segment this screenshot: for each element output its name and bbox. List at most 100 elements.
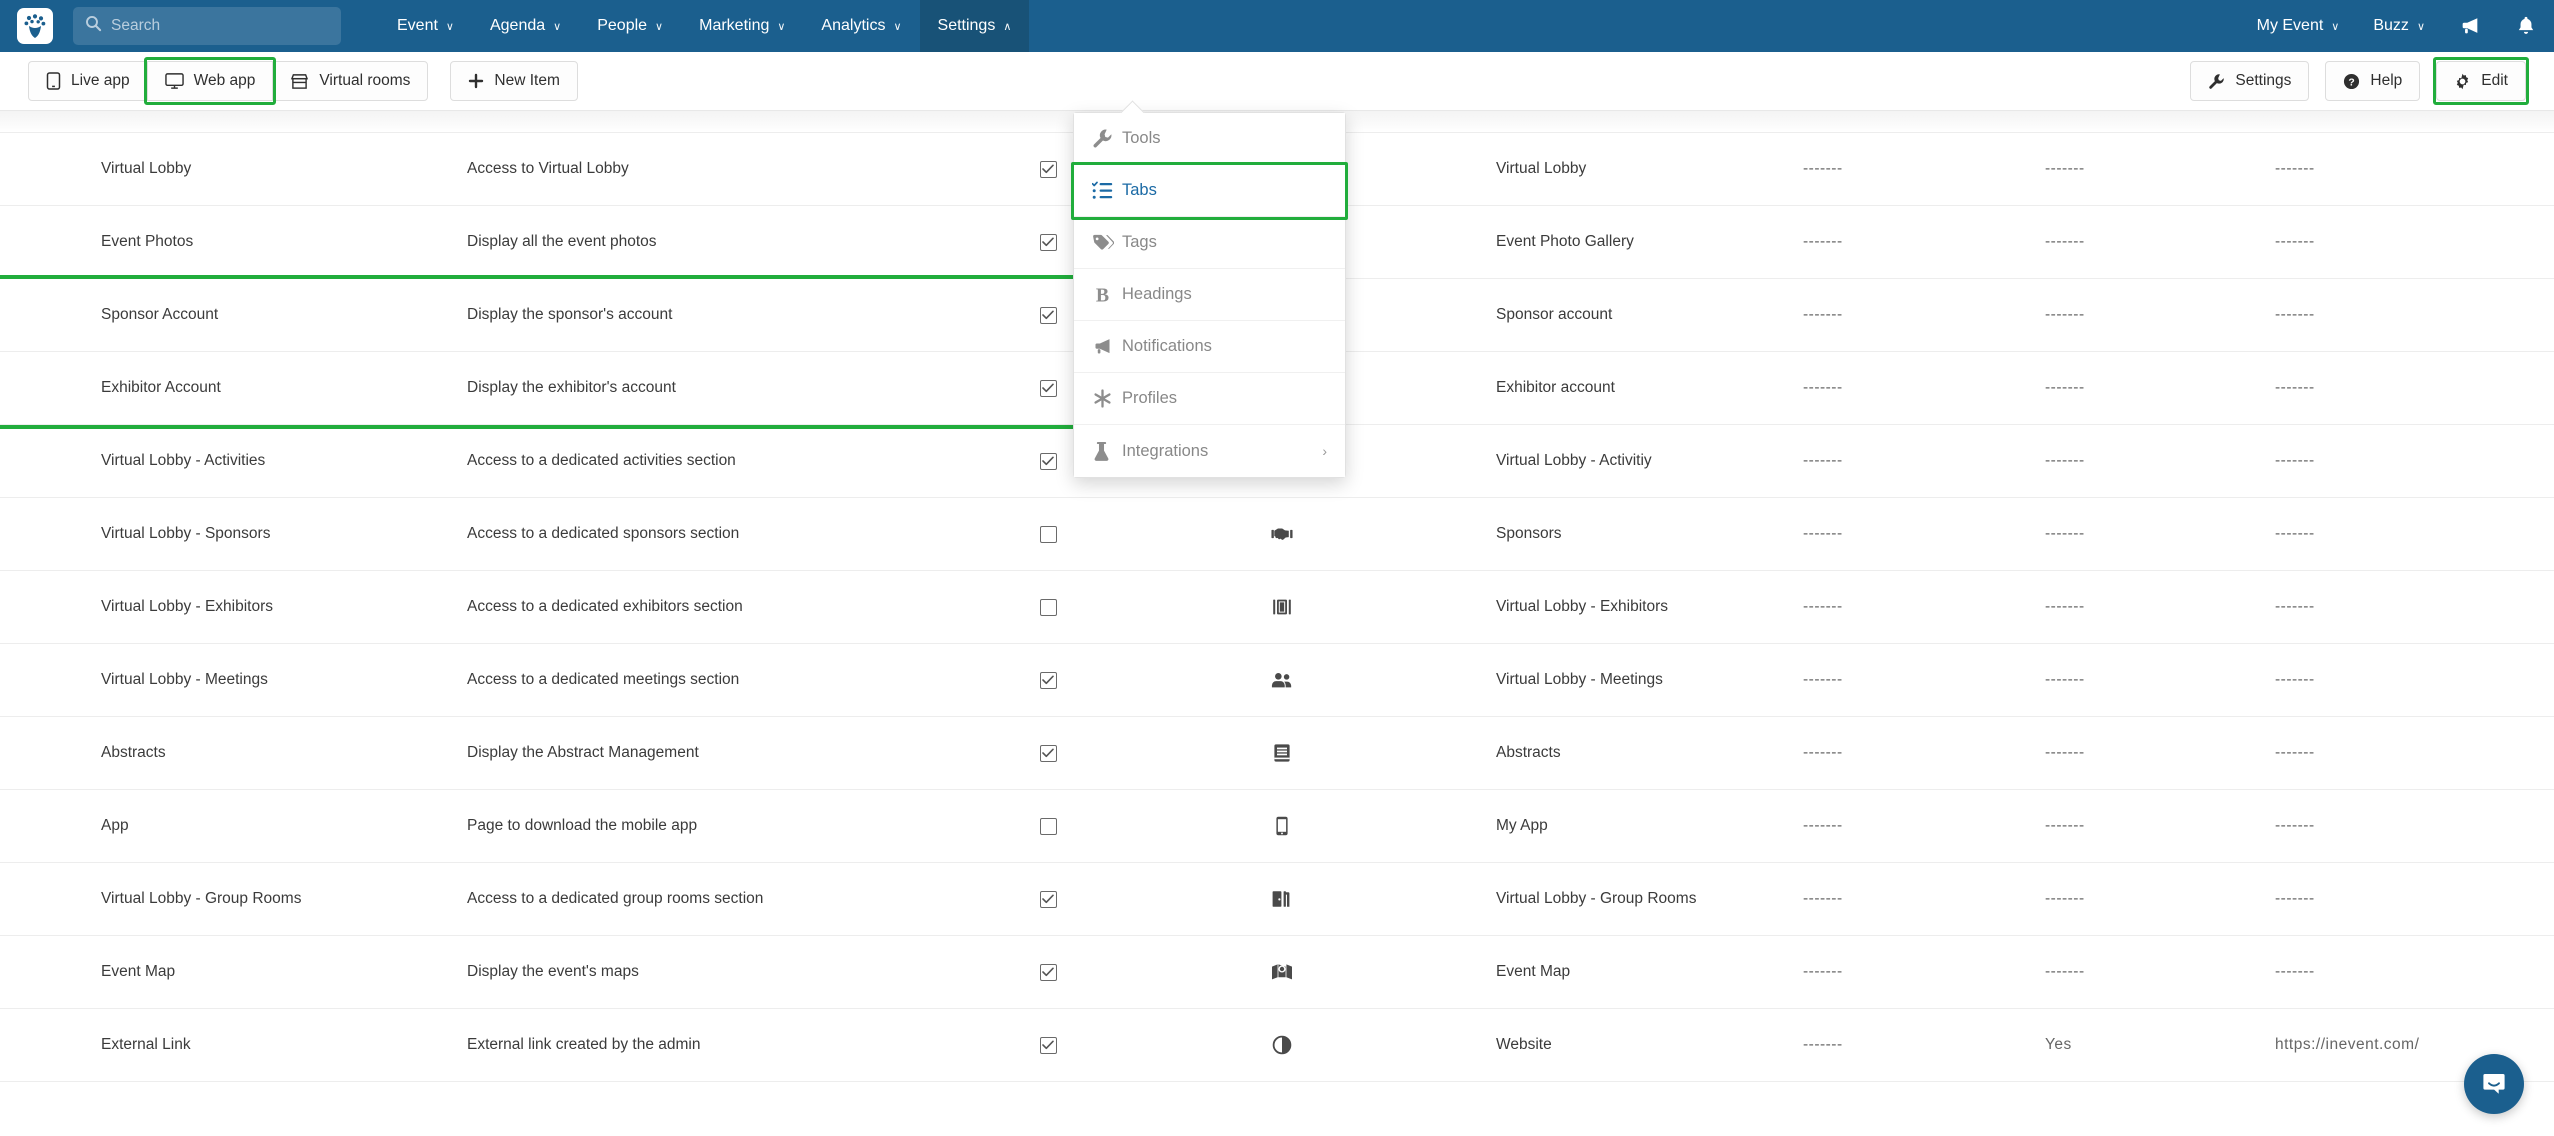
row-detail-2: ------- — [2045, 963, 2085, 980]
asterisk-icon — [1092, 388, 1122, 409]
row-title: Exhibitor account — [1496, 379, 1615, 396]
main-menu: Event ∨ Agenda ∨ People ∨ Marketing ∨ An… — [379, 0, 1030, 52]
row-enabled-checkbox[interactable] — [1032, 1036, 1064, 1054]
nav-item-agenda[interactable]: Agenda ∨ — [472, 0, 579, 52]
row-detail-3: ------- — [2275, 598, 2315, 615]
web-app-button[interactable]: Web app — [143, 57, 277, 105]
chevron-down-icon: ∨ — [2331, 20, 2340, 33]
row-name: Event Photos — [101, 233, 194, 250]
row-enabled-checkbox[interactable] — [1032, 817, 1064, 835]
menu-item-label: Tools — [1122, 129, 1161, 147]
chevron-up-icon: ∧ — [1003, 20, 1012, 33]
global-search[interactable] — [73, 7, 341, 45]
row-enabled-checkbox[interactable] — [1032, 160, 1064, 178]
menu-item-integrations[interactable]: Integrations › — [1074, 425, 1345, 477]
row-description: Display the Abstract Management — [467, 744, 699, 761]
row-description: Access to a dedicated sponsors section — [467, 525, 740, 542]
gear-icon — [2454, 73, 2471, 90]
row-detail-3: ------- — [2275, 452, 2315, 469]
nav-item-people[interactable]: People ∨ — [579, 0, 681, 52]
chevron-down-icon: ∨ — [655, 20, 664, 33]
row-description: External link created by the admin — [467, 1036, 701, 1053]
menu-item-headings[interactable]: B Headings — [1074, 269, 1345, 321]
wrench-icon — [1092, 128, 1122, 149]
menu-item-tags[interactable]: Tags — [1074, 217, 1345, 269]
edit-button[interactable]: Edit — [2433, 57, 2529, 105]
row-enabled-checkbox[interactable] — [1032, 598, 1064, 616]
nav-item-settings[interactable]: Settings ∧ — [919, 0, 1030, 52]
row-detail-3: ------- — [2275, 306, 2315, 323]
row-detail-1: ------- — [1803, 379, 1843, 396]
menu-item-label: Notifications — [1122, 337, 1212, 355]
row-description: Access to a dedicated group rooms sectio… — [467, 890, 764, 907]
flask-icon — [1092, 441, 1122, 462]
menu-item-label: Profiles — [1122, 389, 1178, 407]
people-icon — [1262, 671, 1302, 689]
table-row[interactable]: Virtual Lobby - Group Rooms Access to a d… — [0, 863, 2554, 936]
bold-b-icon: B — [1092, 284, 1122, 306]
new-item-button[interactable]: New Item — [450, 61, 578, 101]
row-title: Sponsor account — [1496, 306, 1613, 323]
virtual-rooms-button[interactable]: Virtual rooms — [272, 61, 429, 101]
menu-item-label: Integrations — [1122, 441, 1209, 460]
nav-item-marketing[interactable]: Marketing ∨ — [681, 0, 803, 52]
plus-icon — [468, 73, 484, 89]
menu-item-tabs[interactable]: Tabs — [1074, 165, 1345, 217]
booth-icon — [1262, 597, 1302, 617]
top-right-menu: My Event ∨ Buzz ∨ — [2240, 0, 2554, 52]
inevent-logo-icon[interactable] — [17, 8, 53, 44]
nav-label: People — [597, 17, 648, 34]
row-detail-1: ------- — [1803, 671, 1843, 688]
table-row[interactable]: Abstracts Display the Abstract Management… — [0, 717, 2554, 790]
row-enabled-checkbox[interactable] — [1032, 233, 1064, 251]
nav-label: Settings — [937, 17, 996, 34]
row-name: Virtual Lobby - Sponsors — [101, 525, 271, 542]
top-navigation-bar: Event ∨ Agenda ∨ People ∨ Marketing ∨ An… — [0, 0, 2554, 52]
megaphone-icon[interactable] — [2442, 0, 2498, 52]
row-name: Virtual Lobby — [101, 160, 192, 177]
chevron-down-icon: ∨ — [777, 20, 786, 33]
nav-item-event[interactable]: Event ∨ — [379, 0, 472, 52]
row-enabled-checkbox[interactable] — [1032, 306, 1064, 324]
menu-item-notifications[interactable]: Notifications — [1074, 321, 1345, 373]
row-enabled-checkbox[interactable] — [1032, 379, 1064, 397]
row-detail-2: ------- — [2045, 306, 2085, 323]
menu-item-tools[interactable]: Tools — [1074, 113, 1345, 165]
handshake-icon — [1262, 525, 1302, 543]
search-input[interactable] — [111, 17, 329, 35]
button-label: Help — [2370, 72, 2403, 89]
row-enabled-checkbox[interactable] — [1032, 963, 1064, 981]
table-row[interactable]: Virtual Lobby - Exhibitors Access to a de… — [0, 571, 2554, 644]
settings-button[interactable]: Settings — [2190, 61, 2310, 101]
row-enabled-checkbox[interactable] — [1032, 671, 1064, 689]
bell-icon[interactable] — [2498, 0, 2554, 52]
row-detail-3: ------- — [2275, 890, 2315, 907]
row-detail-1: ------- — [1803, 963, 1843, 980]
help-button[interactable]: ? Help — [2325, 61, 2421, 101]
row-title: My App — [1496, 817, 1548, 834]
live-app-button[interactable]: Live app — [28, 61, 148, 101]
row-enabled-checkbox[interactable] — [1032, 890, 1064, 908]
row-detail-1: ------- — [1803, 744, 1843, 761]
table-row[interactable]: Virtual Lobby - Meetings Access to a dedi… — [0, 644, 2554, 717]
desktop-icon — [164, 72, 184, 90]
row-detail-2: ------- — [2045, 598, 2085, 615]
table-row[interactable]: Virtual Lobby - Sponsors Access to a dedi… — [0, 498, 2554, 571]
row-title: Virtual Lobby - Group Rooms — [1496, 890, 1697, 907]
table-row[interactable]: External Link External link created by th… — [0, 1009, 2554, 1082]
nav-item-analytics[interactable]: Analytics ∨ — [803, 0, 919, 52]
row-detail-2: ------- — [2045, 379, 2085, 396]
nav-item-buzz[interactable]: Buzz ∨ — [2356, 0, 2442, 52]
row-title: Website — [1496, 1036, 1552, 1053]
row-enabled-checkbox[interactable] — [1032, 525, 1064, 543]
page-toolbar: Live app Web app Virtual rooms New Item … — [0, 52, 2554, 111]
table-row[interactable]: Event Map Display the event's maps Event M… — [0, 936, 2554, 1009]
mobile-icon — [46, 72, 61, 90]
row-detail-1: ------- — [1803, 306, 1843, 323]
menu-item-profiles[interactable]: Profiles — [1074, 373, 1345, 425]
nav-item-my-event[interactable]: My Event ∨ — [2240, 0, 2357, 52]
row-enabled-checkbox[interactable] — [1032, 744, 1064, 762]
table-row[interactable]: App Page to download the mobile app My App… — [0, 790, 2554, 863]
chat-bubble-icon[interactable] — [2464, 1054, 2524, 1114]
row-enabled-checkbox[interactable] — [1032, 452, 1064, 470]
